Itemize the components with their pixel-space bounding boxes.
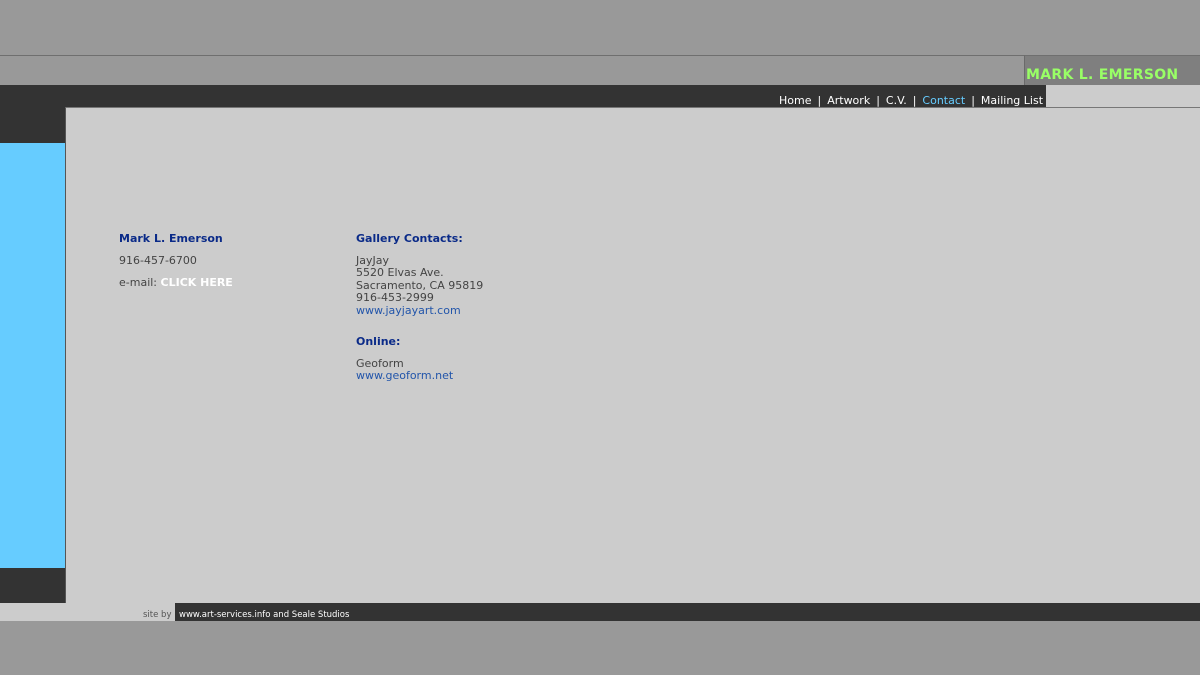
- gallery-phone: 916-453-2999: [356, 291, 434, 305]
- sidebar-bottom-block: [0, 568, 65, 603]
- gallery-contacts-heading: Gallery Contacts:: [356, 232, 463, 245]
- artist-name-heading: Mark L. Emerson: [119, 232, 223, 245]
- online-heading: Online:: [356, 335, 401, 349]
- bottom-background: [0, 621, 1200, 675]
- main-nav: Home | Artwork | C.V. | Contact | Mailing List: [779, 94, 1043, 107]
- footer: site by www.art-services.info and Seale …: [0, 603, 1200, 621]
- credits-link[interactable]: www.art-services.info and Seale Studios: [179, 610, 349, 620]
- email-click-here-link[interactable]: CLICK HERE: [161, 276, 233, 289]
- site-title[interactable]: MARK L. EMERSON: [1026, 67, 1178, 83]
- online-block: Geoform www.geoform.net: [356, 357, 656, 383]
- sidebar-blue-panel: [0, 143, 65, 568]
- nav-separator: |: [817, 94, 822, 107]
- nav-separator: |: [971, 94, 975, 107]
- gallery-address-line1: 5520 Elvas Ave.: [356, 266, 444, 280]
- sidebar-top-block: [0, 108, 65, 143]
- email-label: e-mail:: [119, 276, 158, 290]
- nav-item-contact[interactable]: Contact: [922, 94, 965, 107]
- nav-item-cv[interactable]: C.V.: [886, 94, 907, 107]
- header-band: [0, 55, 1200, 85]
- nav-bar-right-block: [1046, 85, 1200, 107]
- nav-item-mailing-list[interactable]: Mailing List: [981, 94, 1043, 107]
- gallery-address-block: JayJay 5520 Elvas Ave. Sacramento, CA 95…: [356, 254, 656, 317]
- artist-phone: 916-457-6700: [119, 254, 197, 267]
- gallery-contacts-column: Gallery Contacts: JayJay 5520 Elvas Ave.…: [356, 232, 656, 383]
- nav-item-home[interactable]: Home: [779, 94, 811, 107]
- online-website-link[interactable]: www.geoform.net: [356, 370, 656, 383]
- site-by-label: site by: [143, 610, 172, 620]
- artist-email-line: e-mail: CLICK HERE: [119, 277, 339, 289]
- artist-contact-column: Mark L. Emerson 916-457-6700 e-mail: CLI…: [119, 232, 339, 290]
- nav-separator: |: [912, 94, 917, 107]
- top-background: [0, 0, 1200, 55]
- nav-separator: |: [876, 94, 880, 107]
- nav-item-artwork[interactable]: Artwork: [827, 94, 870, 107]
- gallery-website-link[interactable]: www.jayjayart.com: [356, 304, 656, 317]
